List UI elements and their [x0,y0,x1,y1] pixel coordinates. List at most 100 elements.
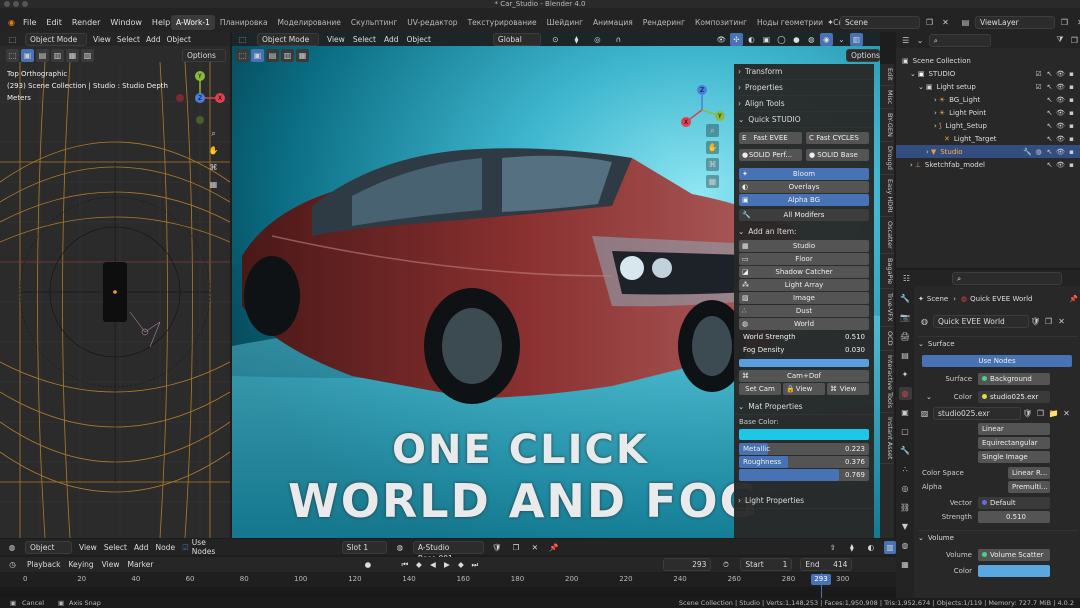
world-color-bar[interactable] [739,359,869,367]
main-menu-select[interactable]: Select [353,35,376,44]
panel-align-tools[interactable]: › Align Tools [734,96,874,112]
alpha-select[interactable]: Premulti... [1008,481,1050,493]
select-extend-icon[interactable]: ▤ [266,49,279,62]
editor-type-icon[interactable]: ⬚ [6,33,19,46]
tab-workspace-10[interactable]: Композитинг [690,15,752,30]
tab-workspace-2[interactable]: Планировка [215,15,273,30]
unlink-icon[interactable]: ✕ [1055,315,1068,328]
pointer-icon[interactable]: ↖ [1045,109,1054,117]
source-select[interactable]: Single Image [978,451,1050,463]
duplicate-icon[interactable]: ❐ [1034,407,1047,420]
pin-icon[interactable]: 📌 [1069,295,1078,303]
cam-view-button-1[interactable]: 🔒 View [783,383,825,395]
view-layer-tab-icon[interactable]: ▤ [899,349,912,362]
solid-base-button[interactable]: ● SOLID Base [806,149,869,161]
render-icon[interactable]: ▪ [1067,96,1076,104]
surface-panel-header[interactable]: ⌄ Surface [918,336,1078,350]
pointer-icon[interactable]: ↖ [1045,122,1054,130]
interpolation-select[interactable]: Linear [978,423,1050,435]
eye-icon[interactable]: 👁 [1056,109,1065,117]
timeline-track[interactable] [0,587,896,598]
overlays-icon[interactable]: ◐ [745,33,758,46]
eye-icon[interactable]: 👁 [1056,161,1065,169]
light-properties-header[interactable]: › Light Properties [734,493,874,509]
unlink-icon[interactable]: ✕ [1060,407,1073,420]
menu-render[interactable]: Render [67,18,105,27]
select-subtract-icon[interactable]: ▥ [51,49,64,62]
volume-shader-select[interactable]: Volume Scatter [978,549,1050,561]
viewlayer-icon[interactable]: ▤ [959,16,972,29]
pointer-icon[interactable]: ↖ [1045,83,1054,91]
roughness-slider[interactable]: Roughness 0.376 [739,456,869,468]
viewlayer-selector[interactable]: ViewLayer [975,16,1055,29]
tab-workspace-9[interactable]: Рендеринг [638,15,690,30]
projection-select[interactable]: Equirectangular [978,437,1050,449]
cam-view-button-2[interactable]: ⌘ View [827,383,869,395]
vector-input[interactable]: Default [978,497,1050,509]
outliner-row-studio[interactable]: › ▼ Studio 🔧 ◍ ↖ 👁 ▪ [896,145,1080,158]
select-intersect-icon[interactable]: ▧ [81,49,94,62]
node-menu-select[interactable]: Select [104,543,127,552]
eye-icon[interactable]: 👁 [1056,83,1065,91]
camera-icon[interactable]: ⌘ [706,158,719,171]
main-menu-add[interactable]: Add [384,35,399,44]
outliner-search-input[interactable]: ⌕ [928,33,992,47]
render-icon[interactable]: ▪ [1067,148,1076,156]
modifier-icon[interactable]: 🔧 [1023,148,1032,156]
outliner-row-scene-collection[interactable]: ▣ Scene Collection [896,54,1080,67]
timeline-ruler[interactable]: 0 20 40 60 80 100 120 140 160 180 200 220 240 260 280 3… [0,573,896,598]
grid-toggle-icon[interactable]: ▦ [207,178,220,191]
zoom-icon[interactable]: ⌕ [207,127,220,140]
constraints-tab-icon[interactable]: ⛓ [899,501,912,514]
pointer-icon[interactable]: ↖ [1045,135,1054,143]
minimize-dot[interactable] [13,1,19,7]
tab-by-gen[interactable]: BY-GEN [880,109,894,142]
use-nodes-button[interactable]: Use Nodes [922,355,1072,367]
add-shadow-catcher-button[interactable]: ◪ Shadow Catcher [739,266,869,278]
tab-ocd[interactable]: OCD [880,327,894,351]
world-strength-field[interactable]: World Strength 0.510 [739,331,869,343]
material-shading-icon[interactable]: ◍ [805,33,818,46]
jump-end-icon[interactable]: ⏭ [468,558,481,571]
duplicate-icon[interactable]: ❐ [1042,315,1055,328]
all-modifiers-button[interactable]: 🔧 All Modifers [739,209,869,221]
collection-tab-icon[interactable]: ▣ [899,406,912,419]
main-menu-object[interactable]: Object [406,35,430,44]
tab-oscatter[interactable]: Oscatter [880,217,894,255]
render-icon[interactable]: ▪ [1067,135,1076,143]
xray-icon[interactable]: ▣ [760,33,773,46]
checkbox-icon[interactable]: ☑ [1034,70,1043,78]
base-color-swatch[interactable] [739,429,869,440]
parent-node-icon[interactable]: ⇧ [827,541,839,554]
visibility-icon[interactable]: 👁 [715,33,728,46]
tool-tab-icon[interactable]: 🔧 [899,292,912,305]
alpha-bg-toggle[interactable]: ▣ Alpha BG [739,194,869,206]
third-mat-slider[interactable]: 0.769 [739,469,869,481]
new-viewlayer-icon[interactable]: ❐ [1058,16,1071,29]
zoom-icon[interactable]: ⌕ [706,124,719,137]
timeline-playhead-label[interactable]: 293 [811,574,832,585]
play-reverse-icon[interactable]: ◀ [426,558,439,571]
add-world-button[interactable]: ◍ World [739,318,869,330]
metallic-slider[interactable]: Metallic 0.223 [739,443,869,455]
world-name-field[interactable]: Quick EVEE World [933,314,1029,328]
world-tab-icon[interactable]: ◍ [898,387,912,400]
next-key-icon[interactable]: ◆ [454,558,467,571]
left-mode-select[interactable]: Object Mode [25,32,87,46]
material-tab-icon[interactable]: ◍ [899,539,912,552]
physics-tab-icon[interactable]: ◎ [899,482,912,495]
tab-workspace-5[interactable]: UV-редактор [402,15,462,30]
bloom-toggle[interactable]: ✦ Bloom [739,168,869,180]
node-menu-view[interactable]: View [79,543,97,552]
menu-file[interactable]: File [18,18,41,27]
timeline-playback-menu[interactable]: Playback [27,560,60,569]
overlays-toggle[interactable]: ◐ Overlays [739,181,869,193]
left-menu-object[interactable]: Object [166,35,190,44]
add-image-button[interactable]: ▨ Image [739,292,869,304]
solid-perf-button[interactable]: ● SOLID Perf... [739,149,802,161]
pan-hand-icon[interactable]: ✋ [207,144,220,157]
tab-drougd[interactable]: Drougd [880,142,894,175]
menu-window[interactable]: Window [105,18,147,27]
surface-shader-select[interactable]: Background [978,373,1050,385]
scene-icon[interactable]: ✦ [824,16,837,29]
